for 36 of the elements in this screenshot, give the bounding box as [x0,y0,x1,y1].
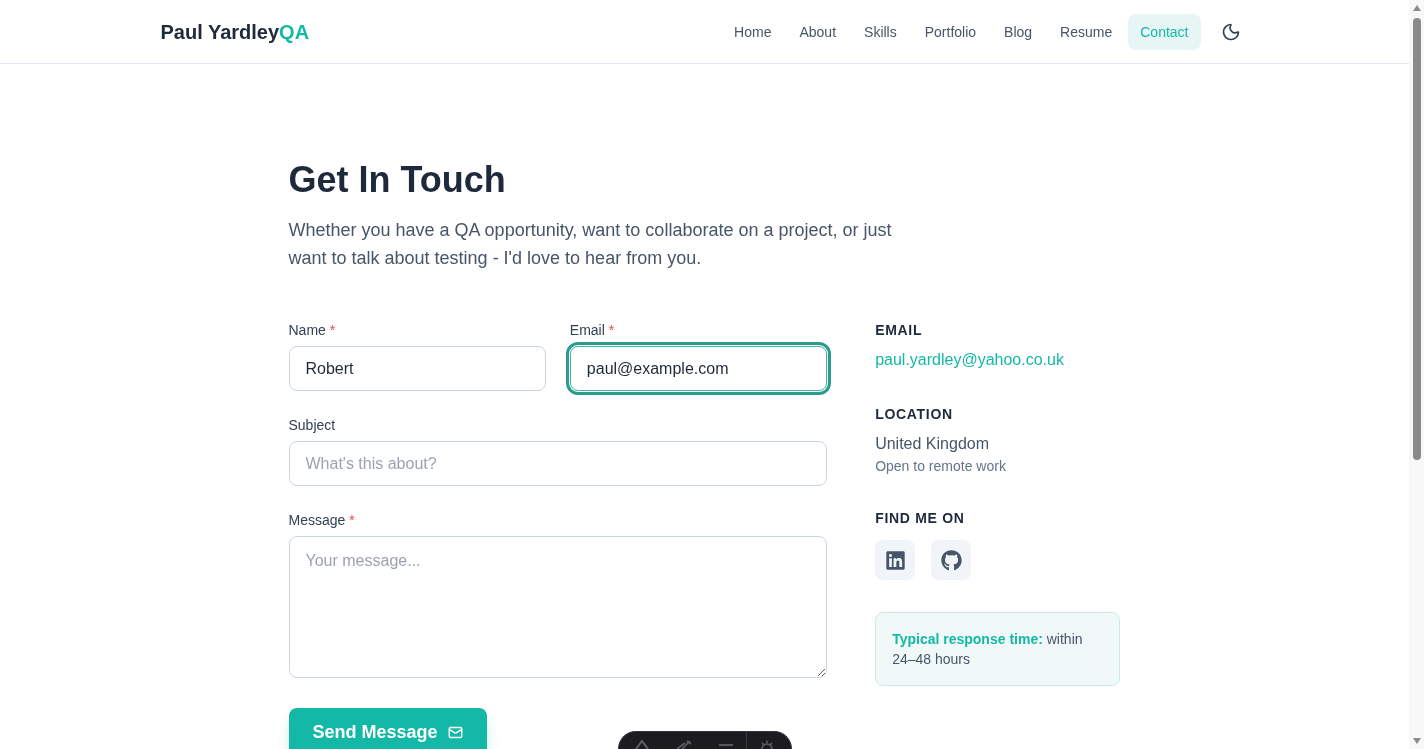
scrollbar[interactable] [1409,0,1424,749]
down-triangle-icon[interactable] [1412,738,1421,744]
text-input-field[interactable]: What's this about? [288,441,828,486]
response-time-note: Typical response time: within 24–48 hours [875,612,1121,686]
nav-link[interactable]: Skills [852,13,909,50]
nav-link[interactable]: Blog [992,13,1045,50]
nav-link[interactable]: About [787,13,849,50]
nav-link[interactable]: Resume [1048,13,1125,50]
up-triangle-icon[interactable] [1412,5,1421,11]
linkedin-icon [884,549,906,571]
moon-icon [1220,21,1241,42]
section-heading: LOCATION [875,405,953,424]
social-link[interactable] [875,540,916,580]
settings-icon[interactable] [759,740,775,749]
message-textarea-field[interactable]: Your message... [288,536,828,678]
site-logo[interactable]: Paul YardleyQA [160,17,310,46]
text-input-field[interactable]: Robert [288,346,546,391]
pen-icon[interactable] [676,740,692,749]
nav-link[interactable]: Home [722,13,784,50]
field-label: Subject [288,416,336,435]
location-text: United Kingdom [875,434,989,454]
intro-text: Whether you have a QA opportunity, want to collaborate on a project, or just want to talk about testing - I'd love to hear from you. [288,219,893,270]
github-icon [940,549,962,571]
section-heading: EMAIL [875,321,923,340]
social-link[interactable] [931,540,972,580]
page-title: Get In Touch [288,160,507,200]
field-label: Email * [569,321,615,340]
section-heading: FIND ME ON [875,509,965,528]
field-label: Message * [288,511,355,530]
text-input-field[interactable]: paul@example.com [569,346,828,391]
location-note: Open to remote work [875,457,1006,476]
field-label: Name * [288,321,336,340]
nav-link[interactable]: Portfolio [912,13,989,50]
mail-icon [447,724,463,740]
logo-icon[interactable] [634,740,650,749]
scrollbar-thumb[interactable] [1412,18,1421,460]
